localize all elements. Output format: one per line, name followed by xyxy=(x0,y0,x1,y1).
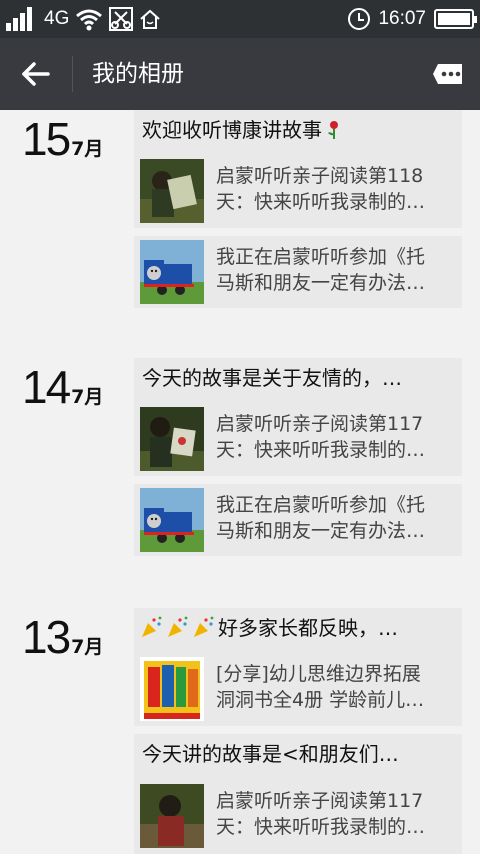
network-type: 4G xyxy=(44,8,70,29)
more-icon[interactable] xyxy=(432,60,464,88)
page-title: 我的相册 xyxy=(92,61,184,87)
link-title: 启蒙听听亲子阅读第117 天：快来听听我录制的… xyxy=(216,413,426,461)
link-post[interactable]: 启蒙听听亲子阅读第118 天：快来听听我录制的… xyxy=(134,154,462,228)
date-month: 7月 xyxy=(71,138,104,160)
date-label: 13 7月 xyxy=(22,610,103,664)
link-share: [分享]幼儿思维边界拓展 洞洞书全4册 学龄前儿… xyxy=(140,657,456,721)
date-label: 14 7月 xyxy=(22,360,103,414)
text-post[interactable]: 今天讲的故事是<和朋友们… xyxy=(134,734,462,778)
text-post[interactable]: 好多家长都反映，… xyxy=(134,608,462,652)
party-popper-icon xyxy=(168,616,188,637)
link-title: 启蒙听听亲子阅读第118 天：快来听听我录制的… xyxy=(216,165,426,213)
party-popper-icon xyxy=(142,616,162,637)
thomas-train-image xyxy=(140,488,204,552)
date-month: 7月 xyxy=(71,386,104,408)
link-share: 我正在启蒙听听参加《托 马斯和朋友一定有办法… xyxy=(140,488,456,552)
wifi-icon xyxy=(76,9,103,31)
text-post[interactable]: 今天的故事是关于友情的，… xyxy=(134,358,462,402)
link-title: 我正在启蒙听听参加《托 马斯和朋友一定有办法… xyxy=(216,494,426,542)
date-label: 15 7月 xyxy=(22,112,103,166)
child-reading-photo xyxy=(140,407,204,471)
link-title: 启蒙听听亲子阅读第117 天：快来听听我录制的… xyxy=(216,790,426,838)
date-month: 7月 xyxy=(71,636,104,658)
alarm-clock-icon xyxy=(348,8,371,30)
link-post[interactable]: 启蒙听听亲子阅读第117 天：快来听听我录制的… xyxy=(134,778,462,854)
link-share: 我正在启蒙听听参加《托 马斯和朋友一定有办法… xyxy=(140,240,456,304)
status-left: 4G xyxy=(6,6,161,32)
action-bar: 我的相册 xyxy=(0,38,480,110)
link-title: [分享]幼儿思维边界拓展 洞洞书全4册 学龄前儿… xyxy=(216,663,425,711)
signal-icon xyxy=(6,7,38,31)
status-right: 16:07 xyxy=(348,6,477,32)
header-divider xyxy=(72,56,73,92)
child-reading-photo xyxy=(140,159,204,223)
rose-icon xyxy=(328,121,338,139)
date-day: 14 xyxy=(22,361,71,413)
album-list[interactable]: 157月 欢迎收听博康讲故事 启蒙听听亲子阅读第118 天：快来听听我录制的… xyxy=(0,110,480,854)
status-bar: 4G 16:07 xyxy=(0,0,480,38)
link-post[interactable]: [分享]幼儿思维边界拓展 洞洞书全4册 学龄前儿… xyxy=(134,652,462,726)
post-text: 欢迎收听博康讲故事 xyxy=(142,116,456,144)
link-post[interactable]: 启蒙听听亲子阅读第117 天：快来听听我录制的… xyxy=(134,402,462,476)
date-day: 15 xyxy=(22,113,71,165)
back-arrow-icon[interactable] xyxy=(12,54,60,94)
post-text: 今天的故事是关于友情的，… xyxy=(142,366,402,390)
link-share: 启蒙听听亲子阅读第117 天：快来听听我录制的… xyxy=(140,407,456,471)
scissors-icon xyxy=(109,7,134,31)
post-text: 好多家长都反映，… xyxy=(140,614,454,642)
date-day: 13 xyxy=(22,611,71,663)
link-title: 我正在启蒙听听参加《托 马斯和朋友一定有办法… xyxy=(216,246,426,294)
child-reading-photo xyxy=(140,784,204,848)
battery-icon xyxy=(434,9,477,29)
text-post[interactable]: 欢迎收听博康讲故事 xyxy=(134,110,462,154)
home-icon xyxy=(140,9,161,29)
party-popper-icon xyxy=(194,616,214,637)
status-time: 16:07 xyxy=(378,8,426,29)
link-post[interactable]: 我正在启蒙听听参加《托 马斯和朋友一定有办法… xyxy=(134,236,462,308)
thomas-train-image xyxy=(140,240,204,304)
link-share: 启蒙听听亲子阅读第118 天：快来听听我录制的… xyxy=(140,159,456,223)
link-post[interactable]: 我正在启蒙听听参加《托 马斯和朋友一定有办法… xyxy=(134,484,462,556)
link-share: 启蒙听听亲子阅读第117 天：快来听听我录制的… xyxy=(140,784,456,848)
post-text: 今天讲的故事是<和朋友们… xyxy=(142,742,399,766)
book-cover-image xyxy=(140,657,204,721)
